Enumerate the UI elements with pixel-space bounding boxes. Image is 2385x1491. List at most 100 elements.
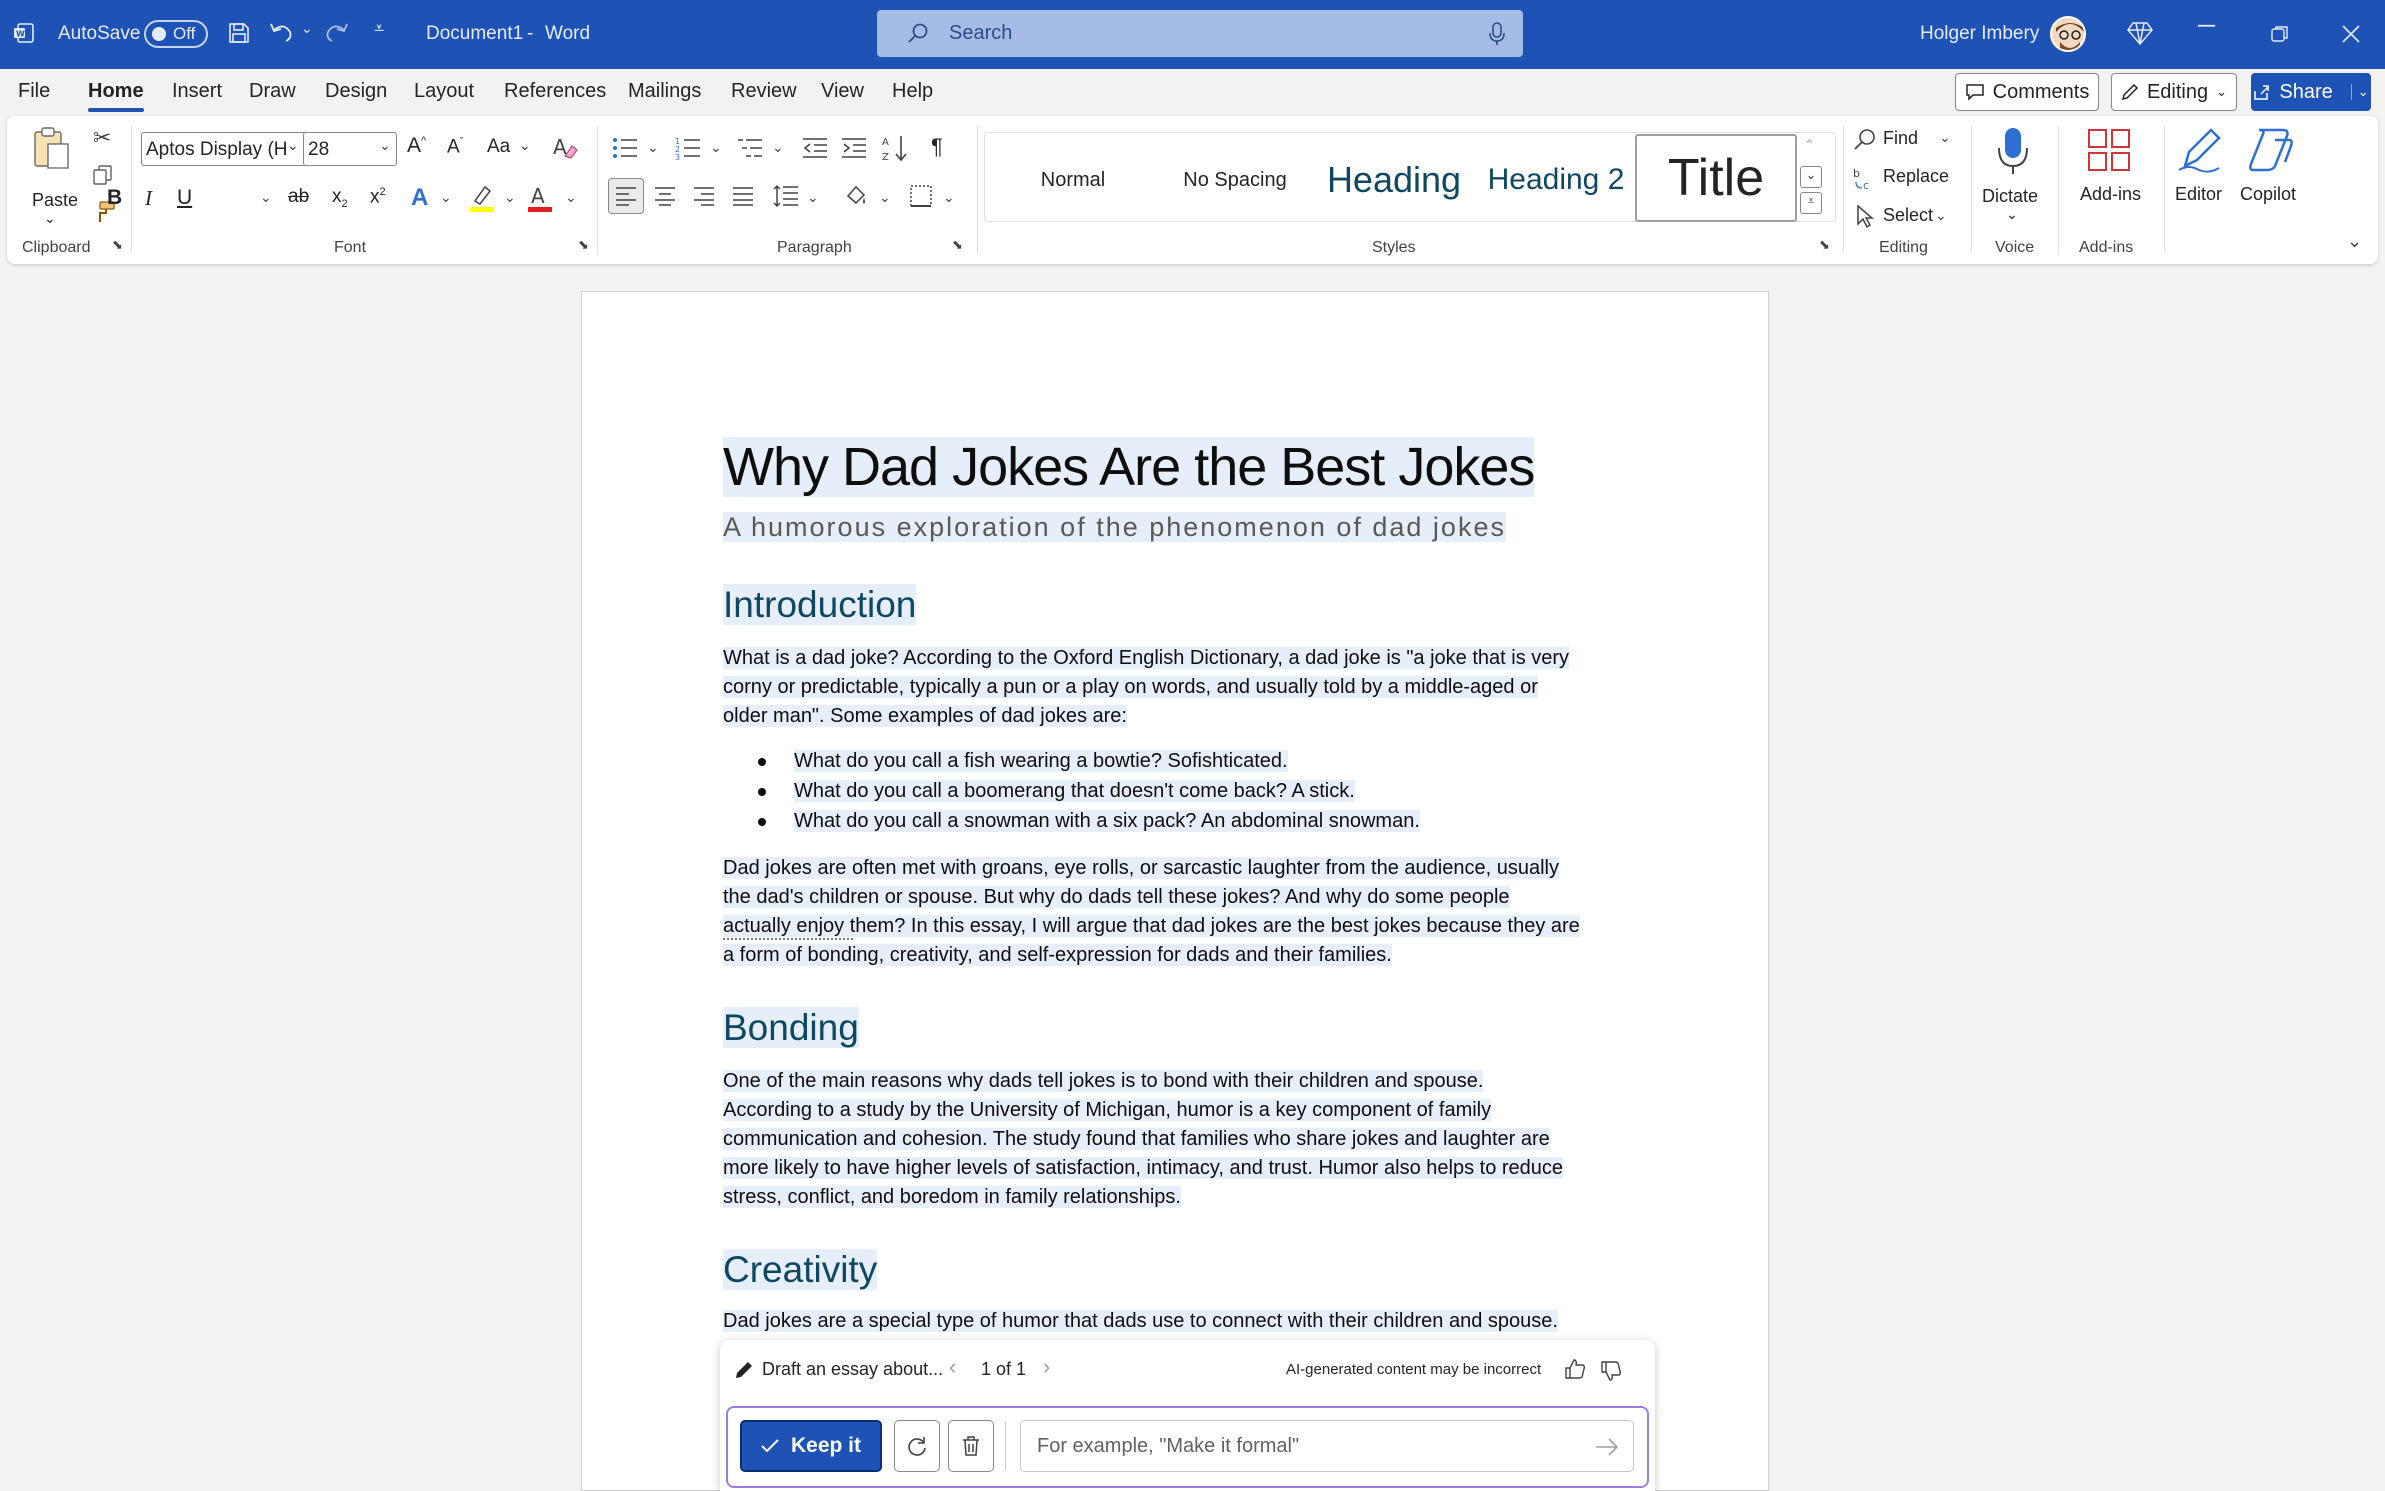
cut-icon[interactable]: ✂: [93, 127, 111, 149]
justify-icon[interactable]: [732, 186, 754, 206]
copilot-prompt-label[interactable]: Draft an essay about...: [762, 1359, 943, 1380]
find-icon[interactable]: [1853, 128, 1877, 152]
style-no-spacing[interactable]: No Spacing: [1152, 140, 1318, 220]
regenerate-button[interactable]: [894, 1420, 940, 1472]
italic-icon[interactable]: I: [145, 186, 152, 211]
send-arrow-icon[interactable]: [1595, 1437, 1619, 1457]
chevron-down-icon[interactable]: ⌄: [260, 190, 272, 204]
chevron-down-icon[interactable]: ⌄: [647, 140, 659, 154]
styles-scroll-down-icon[interactable]: ⌄: [1800, 166, 1822, 188]
dictate-button[interactable]: Dictate ⌄: [1982, 124, 2046, 236]
comments-button[interactable]: Comments: [1955, 73, 2099, 111]
document-subtitle[interactable]: A humorous exploration of the phenomenon…: [723, 512, 1506, 543]
heading-creativity[interactable]: Creativity: [723, 1249, 878, 1291]
chevron-down-icon[interactable]: ⌄: [943, 190, 955, 204]
tab-design[interactable]: Design: [325, 80, 387, 103]
dialog-launcher-icon[interactable]: ⬊: [578, 238, 589, 251]
tab-layout[interactable]: Layout: [414, 80, 474, 103]
change-case-button[interactable]: Aa: [487, 136, 510, 158]
styles-scroll-up-icon[interactable]: ⌃: [1804, 138, 1815, 151]
thumbs-up-icon[interactable]: [1564, 1358, 1586, 1380]
find-button[interactable]: Find: [1883, 128, 1918, 149]
tab-insert[interactable]: Insert: [172, 80, 222, 103]
tab-references[interactable]: References: [504, 80, 606, 103]
style-normal[interactable]: Normal: [1001, 140, 1145, 220]
add-ins-button[interactable]: Add-ins: [2067, 124, 2157, 236]
list-item[interactable]: What do you call a boomerang that doesn'…: [758, 780, 1355, 803]
premium-diamond-icon[interactable]: [2127, 20, 2153, 46]
tab-file[interactable]: File: [18, 80, 50, 103]
chevron-down-icon[interactable]: ⌄: [379, 138, 391, 152]
close-icon[interactable]: [2341, 24, 2361, 44]
chevron-down-icon[interactable]: ⌄: [440, 190, 452, 204]
chevron-down-icon[interactable]: ⌄: [519, 138, 531, 152]
multilevel-list-icon[interactable]: [737, 136, 763, 160]
numbering-icon[interactable]: 123: [675, 136, 701, 160]
list-item[interactable]: What do you call a snowman with a six pa…: [758, 810, 1420, 833]
align-left-button[interactable]: [608, 178, 644, 214]
copy-icon[interactable]: [92, 164, 114, 186]
bullets-icon[interactable]: [612, 136, 638, 160]
shrink-font-icon[interactable]: Aˇ: [447, 136, 463, 158]
chevron-down-icon[interactable]: ⌄: [710, 140, 722, 154]
creativity-paragraph[interactable]: Dad jokes are a special type of humor th…: [723, 1307, 1623, 1336]
select-button[interactable]: Select: [1883, 205, 1933, 226]
share-button[interactable]: Share ⌄: [2251, 73, 2371, 111]
keep-it-button[interactable]: Keep it: [740, 1420, 882, 1472]
chevron-down-icon[interactable]: ⌄: [1939, 130, 1951, 144]
redo-icon[interactable]: [322, 20, 350, 44]
bold-icon[interactable]: B: [107, 186, 122, 210]
clear-formatting-icon[interactable]: A: [552, 134, 578, 160]
list-item[interactable]: What do you call a fish wearing a bowtie…: [758, 750, 1288, 773]
style-heading[interactable]: Heading: [1319, 140, 1469, 220]
sort-icon[interactable]: AZ: [882, 134, 908, 162]
thumbs-down-icon[interactable]: [1600, 1360, 1622, 1382]
tab-review[interactable]: Review: [731, 80, 797, 103]
tab-draw[interactable]: Draw: [249, 80, 296, 103]
undo-icon[interactable]: [268, 20, 296, 44]
microphone-icon[interactable]: [1489, 22, 1505, 46]
chevron-down-icon[interactable]: ⌄: [565, 190, 577, 204]
autosave-toggle[interactable]: Off: [144, 20, 208, 48]
intro-paragraph[interactable]: What is a dad joke? According to the Oxf…: [723, 644, 1623, 731]
chevron-down-icon[interactable]: ⌄: [879, 190, 891, 204]
user-avatar[interactable]: [2050, 16, 2086, 52]
styles-more-icon[interactable]: ⩡: [1800, 192, 1822, 214]
borders-icon[interactable]: [909, 184, 933, 208]
chevron-down-icon[interactable]: ⌄: [2006, 206, 2018, 223]
chevron-down-icon[interactable]: ⌄: [504, 190, 516, 204]
editing-mode-button[interactable]: Editing ⌄: [2111, 73, 2237, 111]
user-name[interactable]: Holger Imbery: [1920, 23, 2039, 45]
restore-icon[interactable]: [2270, 24, 2290, 44]
collapse-ribbon-icon[interactable]: ⌄: [2347, 232, 2362, 250]
chevron-down-icon[interactable]: ⌄: [287, 138, 299, 152]
tab-home[interactable]: Home: [88, 80, 144, 112]
grow-font-icon[interactable]: A^: [407, 134, 426, 158]
search-input[interactable]: Search: [877, 10, 1523, 57]
tab-view[interactable]: View: [821, 80, 864, 103]
chevron-down-icon[interactable]: ⌄: [807, 190, 819, 204]
superscript-icon[interactable]: x2: [370, 186, 386, 208]
underline-icon[interactable]: U: [177, 186, 192, 210]
save-icon[interactable]: [227, 21, 251, 45]
undo-dropdown-icon[interactable]: ⌄: [301, 20, 313, 37]
refine-prompt-input[interactable]: For example, "Make it formal": [1020, 1420, 1634, 1472]
font-color-icon[interactable]: A: [527, 183, 553, 213]
paste-button[interactable]: Paste ⌄: [20, 126, 80, 238]
line-spacing-icon[interactable]: [773, 184, 799, 208]
tab-help[interactable]: Help: [892, 80, 933, 103]
font-name-select[interactable]: Aptos Display (H: [141, 132, 307, 166]
replace-button[interactable]: Replace: [1883, 166, 1949, 187]
heading-introduction[interactable]: Introduction: [723, 584, 917, 626]
editor-button[interactable]: Editor: [2167, 124, 2235, 236]
decrease-indent-icon[interactable]: [802, 136, 828, 160]
strikethrough-icon[interactable]: ab: [288, 186, 309, 208]
select-cursor-icon[interactable]: [1855, 204, 1875, 228]
show-formatting-icon[interactable]: ¶: [931, 134, 943, 160]
document-title[interactable]: Why Dad Jokes Are the Best Jokes: [723, 436, 1535, 498]
dialog-launcher-icon[interactable]: ⬊: [112, 238, 123, 251]
align-center-icon[interactable]: [654, 186, 676, 206]
discard-button[interactable]: [948, 1420, 994, 1472]
minimize-icon[interactable]: ─: [2198, 12, 2215, 40]
chevron-down-icon[interactable]: ⌄: [772, 140, 784, 154]
